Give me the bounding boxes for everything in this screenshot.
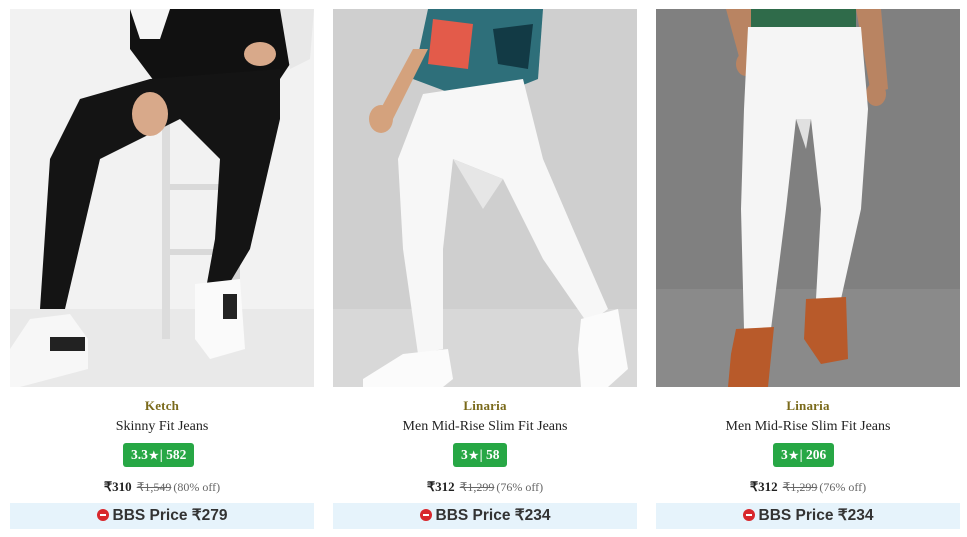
price-row: ₹312 ₹1,299 (76% off) xyxy=(656,479,960,495)
product-image[interactable] xyxy=(333,9,637,387)
product-grid: Ketch Skinny Fit Jeans 3.3★| 582 ₹310 ₹1… xyxy=(0,0,967,537)
price-row: ₹312 ₹1,299 (76% off) xyxy=(333,479,637,495)
white-jeans-photo xyxy=(333,9,637,387)
rating-separator: | xyxy=(479,447,483,462)
original-price: ₹1,549 xyxy=(136,480,172,494)
bbs-price-banner: BBS Price ₹234 xyxy=(333,503,637,529)
discount-label: (76% off) xyxy=(819,480,867,494)
bbs-price-label: BBS Price ₹234 xyxy=(435,507,551,524)
product-card[interactable]: Linaria Men Mid-Rise Slim Fit Jeans 3★| … xyxy=(656,9,960,531)
sale-price: ₹310 xyxy=(103,479,132,494)
rating-separator: | xyxy=(159,447,163,462)
product-title[interactable]: Skinny Fit Jeans xyxy=(10,419,314,435)
discount-label: (76% off) xyxy=(496,480,544,494)
bbs-logo-icon xyxy=(96,509,109,521)
black-jeans-photo xyxy=(10,9,314,387)
product-image[interactable] xyxy=(10,9,314,387)
star-icon: ★ xyxy=(148,450,159,462)
sale-price: ₹312 xyxy=(749,479,778,494)
bbs-price-banner: BBS Price ₹279 xyxy=(10,503,314,529)
rating-badge: 3★| 58 xyxy=(453,443,508,467)
review-count: 58 xyxy=(485,447,500,462)
price-row: ₹310 ₹1,549 (80% off) xyxy=(10,479,314,495)
review-count: 206 xyxy=(805,447,827,462)
original-price: ₹1,299 xyxy=(782,480,818,494)
product-card[interactable]: Ketch Skinny Fit Jeans 3.3★| 582 ₹310 ₹1… xyxy=(10,9,314,531)
sale-price: ₹312 xyxy=(426,479,455,494)
rating-badge: 3★| 206 xyxy=(773,443,835,467)
review-count: 582 xyxy=(166,447,187,462)
product-title[interactable]: Men Mid-Rise Slim Fit Jeans xyxy=(333,419,637,435)
product-brand: Linaria xyxy=(463,398,507,413)
rating-separator: | xyxy=(799,447,803,462)
bbs-price-label: BBS Price ₹279 xyxy=(112,507,228,524)
bbs-price-banner: BBS Price ₹234 xyxy=(656,503,960,529)
bbs-price-label: BBS Price ₹234 xyxy=(758,507,874,524)
star-icon: ★ xyxy=(468,450,479,462)
star-icon: ★ xyxy=(788,450,799,462)
product-brand: Ketch xyxy=(144,398,180,413)
product-image[interactable] xyxy=(656,9,960,387)
product-title[interactable]: Men Mid-Rise Slim Fit Jeans xyxy=(656,419,960,435)
rating-badge: 3.3★| 582 xyxy=(123,443,195,467)
bbs-logo-icon xyxy=(419,509,432,521)
original-price: ₹1,299 xyxy=(459,480,495,494)
product-brand: Linaria xyxy=(786,398,830,413)
product-card[interactable]: Linaria Men Mid-Rise Slim Fit Jeans 3★| … xyxy=(333,9,637,531)
discount-label: (80% off) xyxy=(173,480,221,494)
rating-value: 3.3 xyxy=(131,447,148,462)
rating-value: 3 xyxy=(461,447,468,462)
white-jeans-photo xyxy=(656,9,960,387)
bbs-logo-icon xyxy=(742,509,755,521)
rating-value: 3 xyxy=(781,447,788,462)
